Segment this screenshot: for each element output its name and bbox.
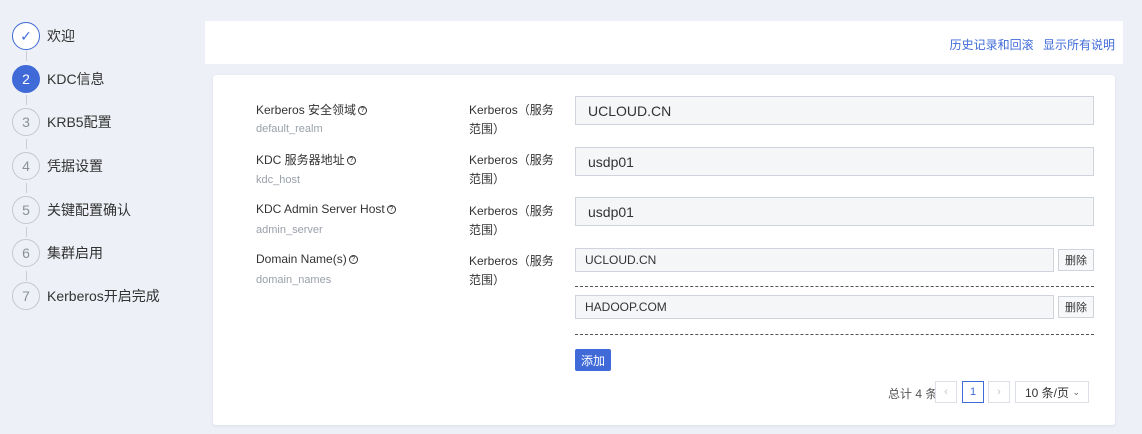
step-connector [26,183,27,193]
page-size-select[interactable]: 10 条/页 ⌄ [1015,381,1089,403]
total-count: 总计 4 条 [888,387,938,401]
step-label: 关键配置确认 [47,202,131,218]
step-credentials[interactable]: 4 凭据设置 [12,151,103,181]
help-icon[interactable]: ? [386,205,396,214]
step-label: KRB5配置 [47,114,112,130]
step-number: 6 [12,239,40,267]
step-number: 2 [12,65,40,93]
step-number: 3 [12,108,40,136]
add-button[interactable]: 添加 [575,349,611,371]
prev-page-button[interactable]: ‹ [935,381,957,403]
step-welcome[interactable]: ✓ 欢迎 [12,21,75,51]
page-1-button[interactable]: 1 [962,381,984,403]
config-card: Kerberos 安全领域? default_realm Kerberos（服务… [213,75,1115,425]
kdc-host-input[interactable]: usdp01 [575,147,1094,176]
top-links: 历史记录和回滚 显示所有说明 [944,36,1115,53]
field-label: Domain Name(s)? [256,252,358,266]
delete-button[interactable]: 删除 [1058,296,1094,318]
field-key: domain_names [256,274,332,286]
next-page-button[interactable]: › [988,381,1010,403]
field-scope: Kerberos（服务范围） [469,204,554,237]
field-scope: Kerberos（服务范围） [469,153,554,186]
domain-name-input[interactable]: UCLOUD.CN [575,248,1054,272]
help-icon[interactable]: ? [358,106,368,115]
step-label: 集群启用 [47,245,103,261]
domain-name-input[interactable]: HADOOP.COM [575,295,1054,319]
step-confirm[interactable]: 5 关键配置确认 [12,195,131,225]
step-kdc-info[interactable]: 2 KDC信息 [12,64,105,94]
step-label: Kerberos开启完成 [47,288,160,304]
step-label: 凭据设置 [47,158,103,174]
field-scope: Kerberos（服务范围） [469,103,554,136]
delete-button[interactable]: 删除 [1058,249,1094,271]
step-connector [26,271,27,281]
field-label: KDC Admin Server Host? [256,202,396,216]
history-rollback-link[interactable]: 历史记录和回滚 [950,38,1034,52]
step-connector [26,51,27,61]
field-key: admin_server [256,224,323,236]
step-connector [26,227,27,237]
top-bar: 历史记录和回滚 显示所有说明 [205,21,1123,64]
field-key: default_realm [256,123,323,135]
field-label: Kerberos 安全领域? [256,101,368,118]
divider [575,286,1094,287]
field-key: kdc_host [256,174,301,186]
step-number: 4 [12,152,40,180]
help-icon[interactable]: ? [346,156,356,165]
check-icon: ✓ [12,22,40,50]
divider [575,334,1094,335]
step-label: KDC信息 [47,71,105,87]
step-kerberos-done[interactable]: 7 Kerberos开启完成 [12,281,160,311]
step-connector [26,95,27,105]
step-krb5-config[interactable]: 3 KRB5配置 [12,107,112,137]
show-all-help-link[interactable]: 显示所有说明 [1043,38,1115,52]
step-cluster-enable[interactable]: 6 集群启用 [12,238,103,268]
field-scope: Kerberos（服务范围） [469,254,554,287]
default-realm-input[interactable]: UCLOUD.CN [575,96,1094,125]
chevron-down-icon: ⌄ [1072,387,1080,397]
step-number: 7 [12,282,40,310]
admin-server-input[interactable]: usdp01 [575,197,1094,226]
step-label: 欢迎 [47,28,75,44]
help-icon[interactable]: ? [348,255,358,264]
step-connector [26,139,27,149]
field-label: KDC 服务器地址? [256,151,356,168]
step-number: 5 [12,196,40,224]
